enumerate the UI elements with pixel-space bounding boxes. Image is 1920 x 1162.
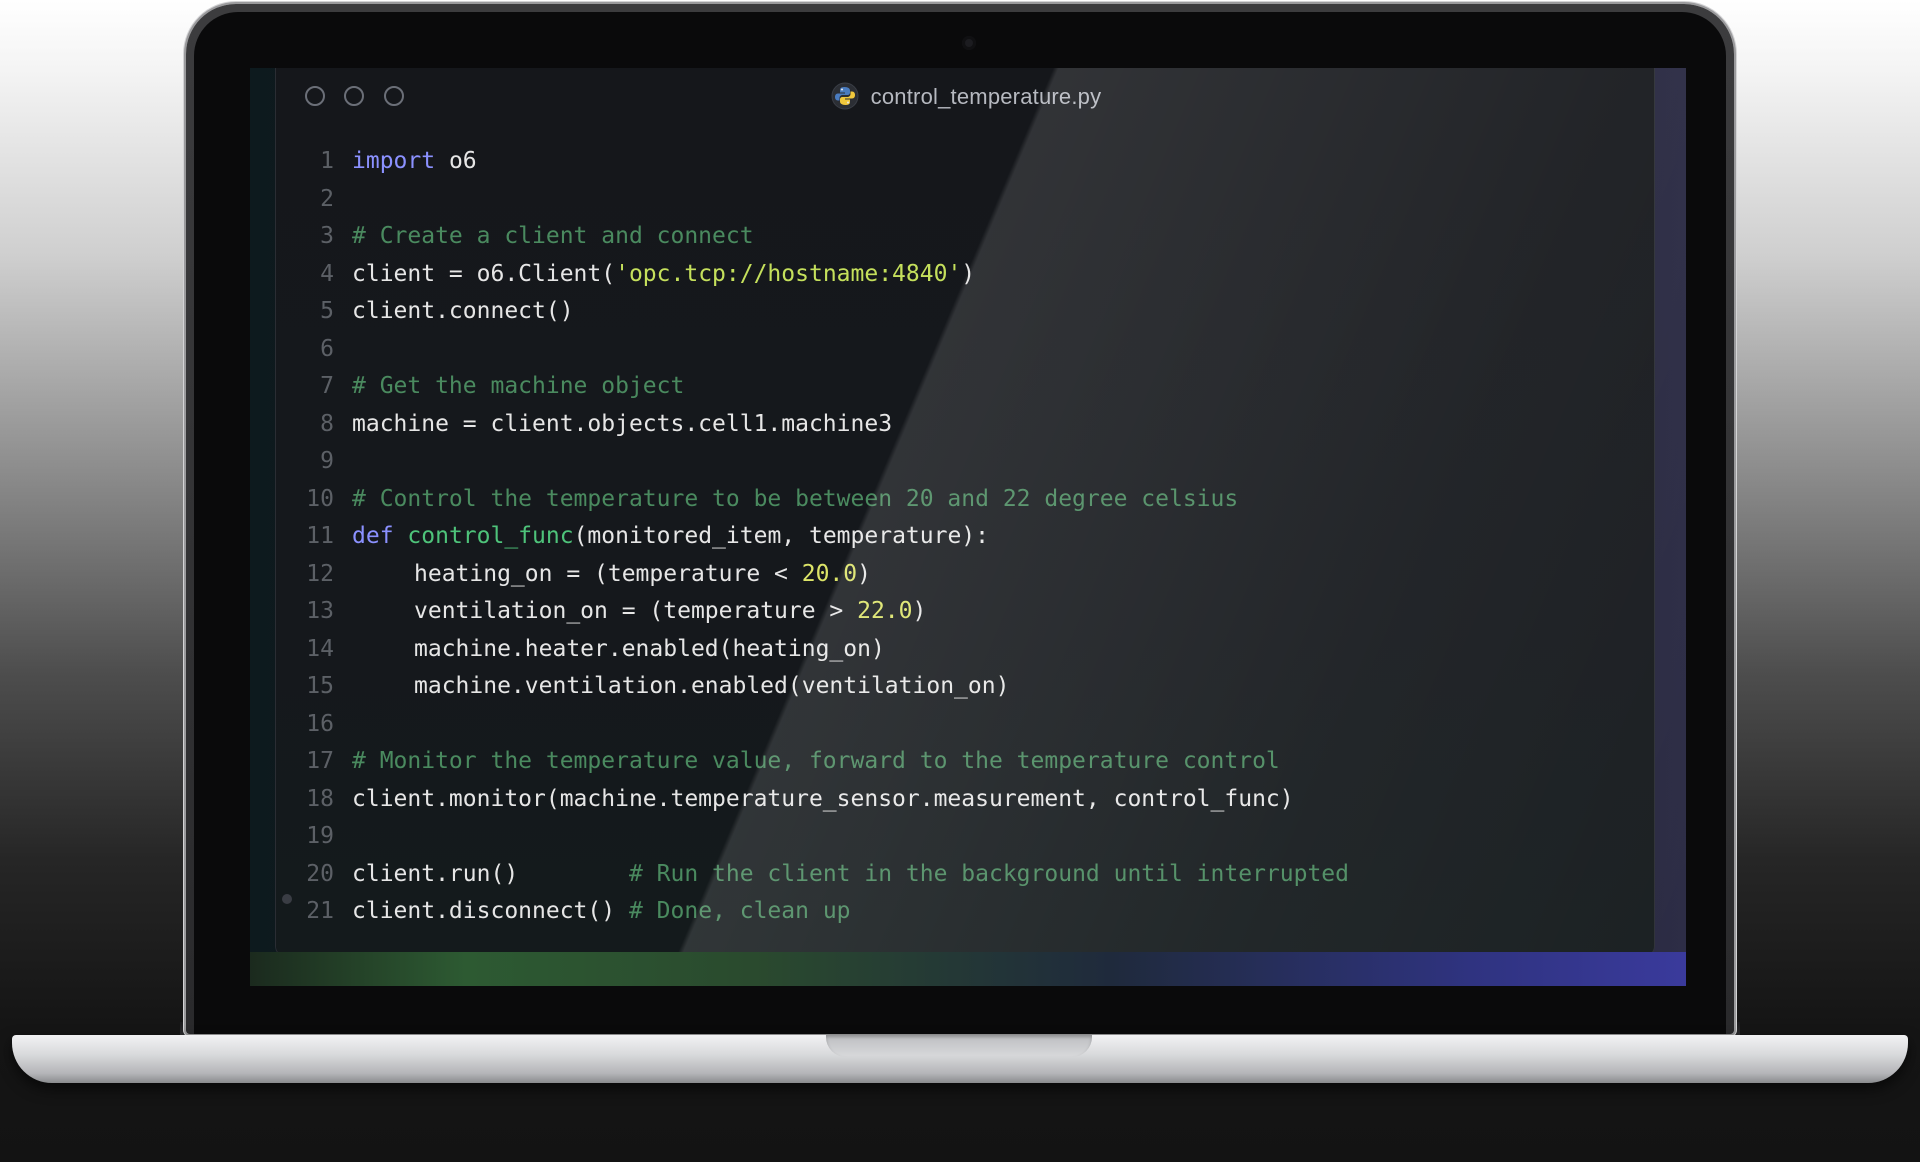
camera-icon — [962, 36, 976, 50]
code-text: (monitored_item, temperature): — [573, 523, 989, 549]
code-function-name: control_func — [407, 523, 574, 549]
code-string: 'opc.tcp://hostname:4840' — [615, 260, 962, 287]
code-line[interactable]: 5 client.connect() — [276, 293, 1349, 331]
line-number: 5 — [320, 298, 334, 324]
code-line[interactable]: 20 client.run() # Run the client in the b… — [276, 856, 1349, 894]
line-number: 11 — [306, 523, 334, 549]
code-text: machine = client.objects.cell1.machine3 — [352, 410, 893, 437]
line-number: 20 — [306, 860, 334, 887]
code-text: ) — [961, 260, 976, 287]
python-icon — [831, 82, 859, 110]
code-line[interactable]: 17 # Monitor the temperature value, forwa… — [276, 743, 1349, 781]
code-text: machine.heater.enabled(heating_on) — [414, 635, 885, 662]
code-line[interactable]: 15 machine.ventilation.enabled(ventilatio… — [276, 668, 1349, 706]
code-text: machine.ventilation.enabled(ventilation_… — [414, 673, 1010, 699]
line-number: 18 — [306, 785, 334, 812]
code-text: client = o6.Client( — [352, 260, 616, 287]
code-line[interactable]: 7 # Get the machine object — [276, 368, 1349, 406]
code-text: heating_on = (temperature < — [414, 560, 802, 587]
code-editor-window: control_temperature.py 1 import o6 2 3 # Cre… — [276, 68, 1654, 956]
laptop-opening-notch — [826, 1035, 1092, 1057]
code-line[interactable]: 18 client.monitor(machine.temperature_sen… — [276, 781, 1349, 819]
code-comment: # Get the machine object — [352, 373, 685, 399]
line-number: 9 — [320, 448, 334, 474]
screen-bezel: control_temperature.py 1 import o6 2 3 # Cre… — [194, 12, 1726, 1034]
code-text: ) — [857, 560, 871, 587]
code-line[interactable]: 11 def control_func(monitored_item, tempe… — [276, 518, 1349, 556]
code-line[interactable]: 9 — [276, 443, 1349, 481]
code-keyword: def — [352, 523, 394, 549]
code-line[interactable]: 8 machine = client.objects.cell1.machine3 — [276, 406, 1349, 444]
line-number: 2 — [320, 185, 334, 212]
line-number: 12 — [306, 560, 334, 587]
code-text: client.disconnect() — [352, 898, 629, 924]
line-number: 1 — [320, 148, 334, 174]
code-text: ventilation_on = (temperature > — [414, 598, 858, 624]
line-number: 8 — [320, 410, 334, 437]
line-number: 10 — [306, 485, 334, 512]
code-comment: # Done, clean up — [628, 898, 851, 924]
line-number: 17 — [306, 748, 334, 774]
code-line[interactable]: 14 machine.heater.enabled(heating_on) — [276, 631, 1349, 669]
line-number: 4 — [320, 260, 334, 287]
line-number: 6 — [320, 335, 334, 362]
code-line[interactable]: 4 client = o6.Client('opc.tcp://hostname:… — [276, 256, 1349, 294]
code-comment: # Control the temperature to be between … — [352, 485, 1239, 512]
code-line[interactable]: 21 client.disconnect() # Done, clean up — [276, 893, 1349, 931]
code-text: ) — [912, 598, 927, 624]
code-line[interactable]: 12 heating_on = (temperature < 20.0) — [276, 556, 1349, 594]
screen-bottom-glow — [250, 952, 1686, 986]
laptop-lid: control_temperature.py 1 import o6 2 3 # Cre… — [186, 4, 1734, 1034]
line-number: 14 — [306, 635, 334, 662]
code-comment: # Monitor the temperature value, forward… — [352, 748, 1280, 774]
code-comment: # Create a client and connect — [352, 223, 754, 249]
code-text: client.monitor(machine.temperature_senso… — [352, 785, 1294, 812]
gutter-marker — [282, 894, 292, 904]
code-line[interactable]: 1 import o6 — [276, 143, 1349, 181]
code-line[interactable]: 13 ventilation_on = (temperature > 22.0) — [276, 593, 1349, 631]
code-comment: # Run the client in the background until… — [628, 860, 1350, 887]
laptop-screen: control_temperature.py 1 import o6 2 3 # Cre… — [250, 68, 1686, 986]
code-text: client.run() — [352, 860, 629, 887]
line-number: 19 — [306, 823, 334, 849]
line-number: 16 — [306, 710, 334, 737]
line-number: 15 — [306, 673, 334, 699]
line-number: 3 — [320, 223, 334, 249]
code-number: 20.0 — [801, 560, 858, 587]
code-number: 22.0 — [857, 598, 913, 624]
code-keyword: import — [352, 148, 436, 174]
line-number: 7 — [320, 373, 334, 399]
code-area[interactable]: 1 import o6 2 3 # Create a client and connec… — [276, 143, 1349, 931]
code-line[interactable]: 19 — [276, 818, 1349, 856]
file-name: control_temperature.py — [870, 84, 1102, 109]
code-text: o6 — [435, 148, 477, 174]
code-line[interactable]: 10 # Control the temperature to be betwee… — [276, 481, 1349, 519]
code-line[interactable]: 6 — [276, 331, 1349, 369]
code-line[interactable]: 2 — [276, 181, 1349, 219]
line-number: 13 — [306, 598, 334, 624]
code-text: client.connect() — [352, 298, 574, 324]
code-line[interactable]: 16 — [276, 706, 1349, 744]
window-titlebar: control_temperature.py — [276, 68, 1654, 118]
code-line[interactable]: 3 # Create a client and connect — [276, 218, 1349, 256]
file-tab[interactable]: control_temperature.py — [276, 82, 1654, 110]
